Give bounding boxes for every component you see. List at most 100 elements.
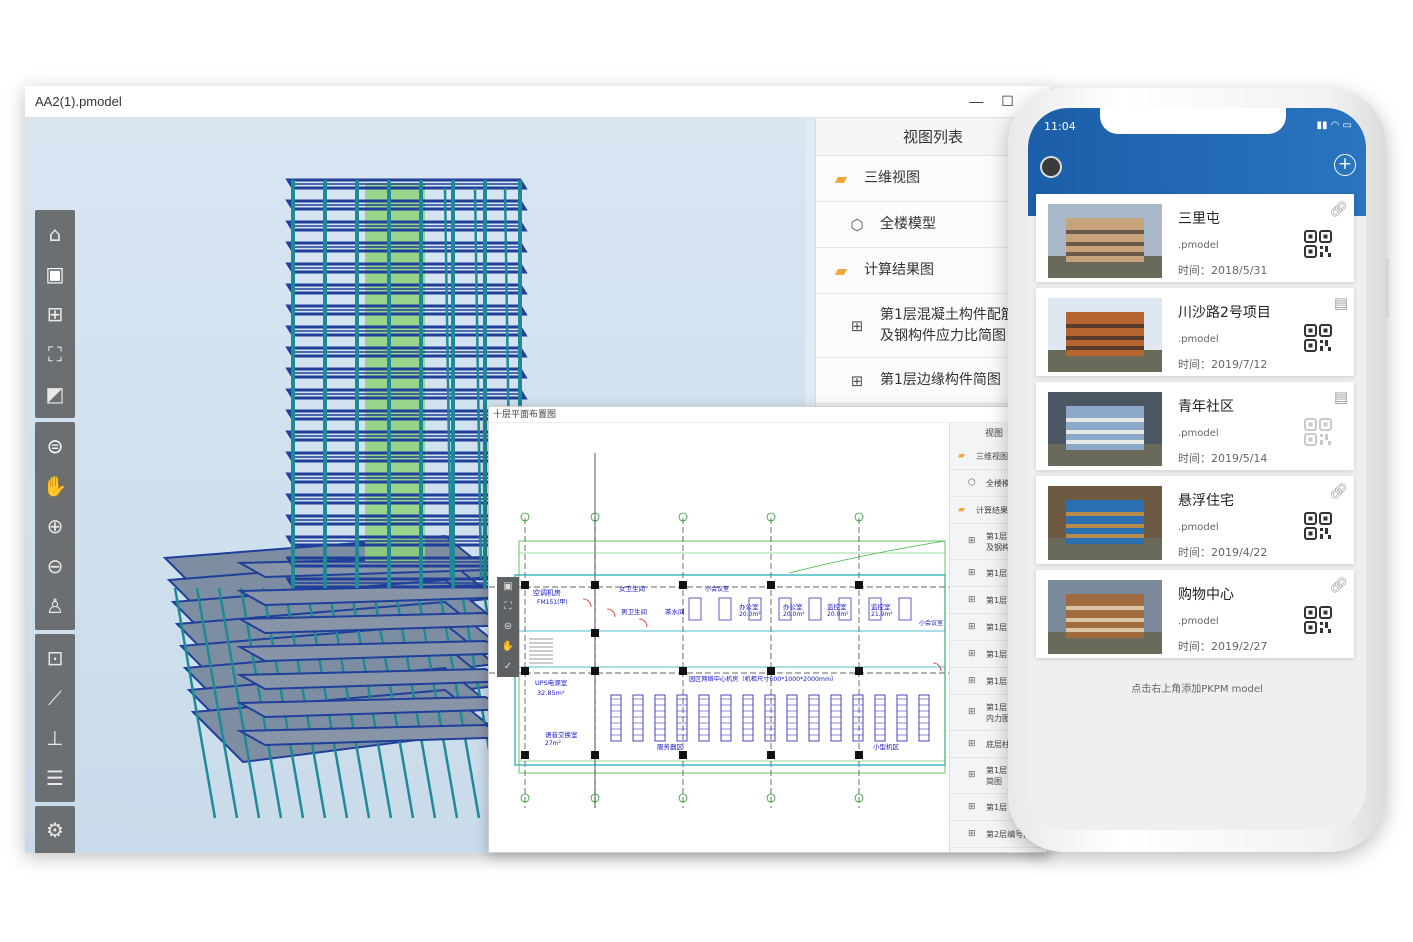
room-label: 监控室 [871, 602, 891, 611]
minimize-button[interactable]: — [969, 93, 983, 110]
plan-icon: ⊞ [968, 802, 976, 812]
project-name: 购物中心 [1178, 587, 1234, 603]
room-label: 茶水间 [665, 607, 685, 616]
room-label: 男卫生间 [621, 607, 647, 616]
plan-view-list-item-label: 全楼模 [986, 478, 1010, 488]
plan-icon: ⊞ [850, 316, 864, 335]
document-icon[interactable]: ▤ [1334, 388, 1348, 406]
window-title: AA2(1).pmodel [35, 94, 122, 109]
room-label: 小会议室 [919, 619, 943, 627]
qr-code-icon[interactable] [1304, 418, 1332, 446]
folder-icon: ▰ [834, 169, 848, 188]
plan-view-list-item-label: 计算结果 [976, 505, 1008, 515]
room-label: 监控室 [827, 602, 847, 611]
plan-toolbar: ▣ ⛶ ⊜ ✋ ✓ [497, 577, 519, 677]
section-icon[interactable]: ⊡ [35, 638, 75, 678]
mobile-phone: 11:04 ▮▮ ◠ ▭ + 三里屯 .pmodel 时间：2018/5/31 🔗︎ 川… [1008, 88, 1389, 852]
plan-pan-icon[interactable]: ✋ [497, 637, 519, 657]
room-label: 服务器区 [657, 742, 684, 751]
floor-plan-title: 十层平面布置图 [489, 407, 1047, 423]
add-model-button[interactable]: + [1334, 154, 1356, 176]
view-list-item-label: 第1层边缘构件简图 [880, 372, 1001, 388]
room-label: 女卫生间 [619, 584, 645, 593]
project-card[interactable]: 川沙路2号项目 .pmodel 时间：2019/7/12 ▤ [1036, 288, 1354, 376]
settings-icon[interactable]: ⚙ [35, 810, 75, 850]
maximize-button[interactable]: ☐ [1001, 93, 1014, 110]
link-icon[interactable]: 🔗︎ [1329, 576, 1348, 594]
floor-plan-drawing[interactable]: 空调机房FM151(甲)女卫生间男卫生间 茶水间小会议室办公室20.0m²办公室2… [489, 423, 949, 853]
project-date: 时间：2019/2/27 [1178, 640, 1268, 653]
room-label: 32.85m² [537, 689, 565, 697]
fit-icon[interactable]: ⛶ [35, 334, 75, 374]
qr-code-icon[interactable] [1304, 230, 1332, 258]
qr-code-icon[interactable] [1304, 606, 1332, 634]
phone-side-button [1385, 258, 1389, 318]
plan-icon: ⊞ [968, 829, 976, 839]
room-label: 21.9m² [871, 611, 893, 618]
room-label: 办公室 [739, 602, 759, 611]
link-icon[interactable]: 🔗︎ [1329, 200, 1348, 218]
plan-orbit-icon[interactable]: ⊜ [497, 617, 519, 637]
floor-plan-window: 十层平面布置图 空调机房 FM151(甲) 女卫生间 男卫生间 茶水间 小会议室 办公室 20… [488, 406, 1048, 853]
plan-icon: ⊞ [968, 649, 976, 659]
plan-view-list-item-label: 第1层 [986, 595, 1008, 605]
tree-icon[interactable]: ⊥ [35, 718, 75, 758]
project-name: 青年社区 [1178, 399, 1234, 415]
list-icon[interactable]: ☰ [35, 758, 75, 798]
pan-icon[interactable]: ✋ [35, 466, 75, 506]
plan-fit-icon[interactable]: ⛶ [497, 597, 519, 617]
project-type: .pmodel [1178, 522, 1219, 533]
project-card[interactable]: 悬浮住宅 .pmodel 时间：2019/4/22 🔗︎ [1036, 476, 1354, 564]
project-thumbnail [1048, 204, 1162, 278]
cube-icon[interactable]: ◩ [35, 374, 75, 414]
folder-icon: ▰ [834, 261, 848, 280]
qr-code-icon[interactable] [1304, 324, 1332, 352]
plan-icon: ⊞ [968, 568, 976, 578]
plan-view-list-item-label: 第1层 [986, 802, 1008, 812]
room-label: 20.0m² [739, 611, 761, 618]
qr-code-icon[interactable] [1304, 512, 1332, 540]
grid-icon[interactable]: ⊞ [35, 294, 75, 334]
view-icon[interactable]: ▣ [35, 254, 75, 294]
orbit-icon[interactable]: ⊜ [35, 426, 75, 466]
project-card[interactable]: 三里屯 .pmodel 时间：2018/5/31 🔗︎ [1036, 194, 1354, 282]
plan-check-icon[interactable]: ✓ [497, 657, 519, 677]
plan-icon: ⊞ [968, 536, 976, 546]
folder-icon: ▰ [958, 451, 965, 461]
project-date: 时间：2019/4/22 [1178, 546, 1268, 559]
project-name: 三里屯 [1178, 211, 1220, 227]
view-list-item-label: 第1层混凝土构件配筋 及钢构件应力比简图 [880, 306, 1015, 344]
document-icon[interactable]: ▤ [1334, 294, 1348, 312]
home-icon[interactable]: ⌂ [35, 214, 75, 254]
project-card[interactable]: 购物中心 .pmodel 时间：2019/2/27 🔗︎ [1036, 570, 1354, 658]
screenshot-stage: AA2(1).pmodel — ☐ × ⌂ ▣ ⊞ ⛶ ◩ ⊜ ✋ [0, 0, 1413, 942]
room-label: 园区网络中心机房（机柜尺寸600*1000*2000mm） [689, 675, 837, 683]
project-type: .pmodel [1178, 334, 1219, 345]
plan-icon: ⊞ [968, 595, 976, 605]
plan-view-list-item-label: 三维视图 [976, 451, 1008, 461]
plan-view-list-item-label: 第1层 [986, 676, 1008, 686]
plan-view-list-item-label: 第1层 内力图 [986, 702, 1010, 723]
walk-icon[interactable]: ♙ [35, 586, 75, 626]
project-type: .pmodel [1178, 616, 1219, 627]
zoom-out-icon[interactable]: ⊖ [35, 546, 75, 586]
project-card[interactable]: 青年社区 .pmodel 时间：2019/5/14 ▤ [1036, 382, 1354, 470]
phone-screen: 11:04 ▮▮ ◠ ▭ + 三里屯 .pmodel 时间：2018/5/31 🔗︎ 川… [1028, 108, 1366, 830]
plan-cube-icon[interactable]: ▣ [497, 577, 519, 597]
project-name: 川沙路2号项目 [1178, 305, 1271, 321]
avatar[interactable] [1040, 156, 1062, 178]
project-thumbnail [1048, 580, 1162, 654]
phone-notch [1100, 108, 1286, 134]
cube-outline-icon: ⬡ [968, 478, 976, 488]
plan-icon: ⊞ [968, 739, 976, 749]
view-list-item-label: 三维视图 [864, 170, 920, 186]
link-icon[interactable]: 🔗︎ [1329, 482, 1348, 500]
plan-view-list-item-label: 第1层 及钢构 [986, 531, 1010, 552]
room-label: 办公室 [783, 602, 803, 611]
view-list-item-label: 计算结果图 [864, 262, 934, 278]
project-type: .pmodel [1178, 428, 1219, 439]
zoom-in-icon[interactable]: ⊕ [35, 506, 75, 546]
plan-view-list-item-label: 第1层 简图 [986, 765, 1008, 786]
room-label: 27m² [545, 740, 561, 747]
measure-icon[interactable]: ⟋ [35, 678, 75, 718]
